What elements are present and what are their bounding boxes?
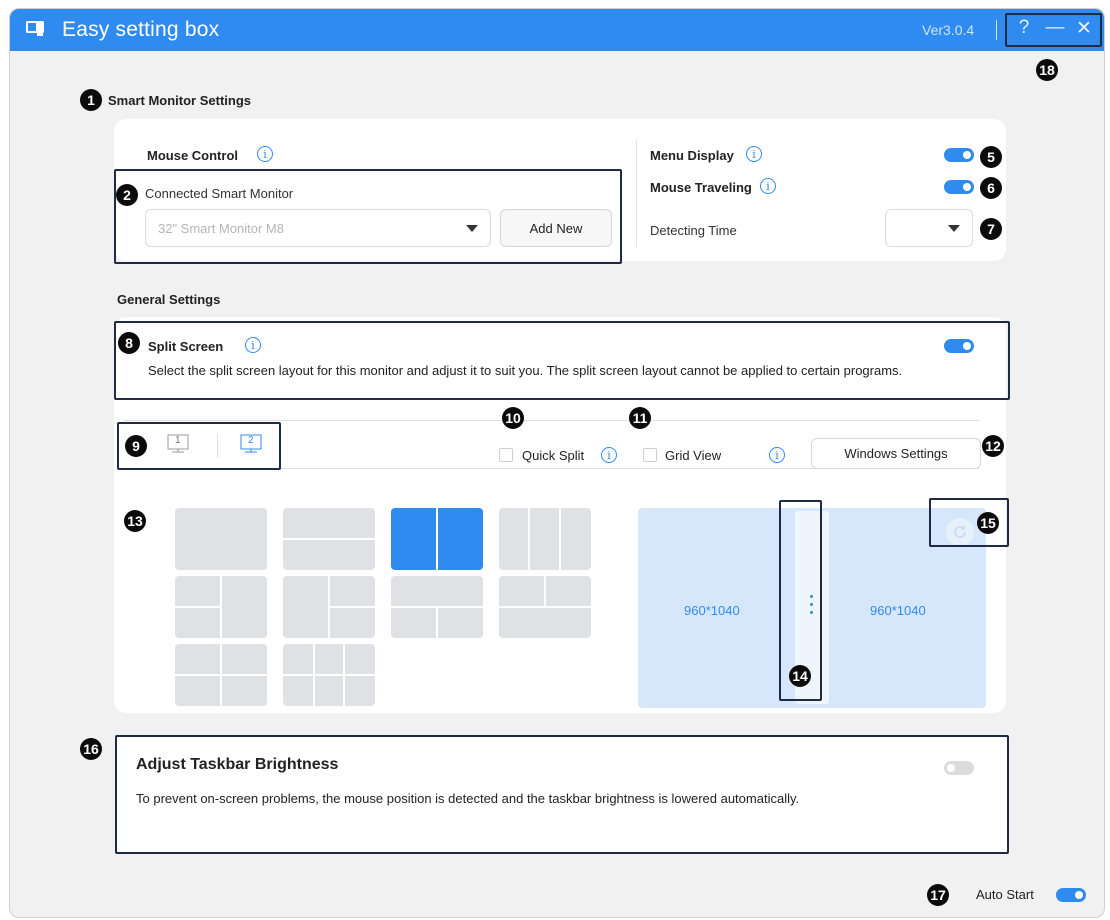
split-screen-label: Split Screen <box>148 339 224 354</box>
marker-16: 16 <box>80 738 102 760</box>
taskbar-brightness-heading: Adjust Taskbar Brightness <box>136 756 339 773</box>
tile-divider <box>559 508 561 570</box>
handle-dot <box>810 603 813 606</box>
handle-dot <box>810 611 813 614</box>
quick-split-checkbox[interactable] <box>499 448 513 462</box>
mouse-traveling-info-icon[interactable]: i <box>760 178 776 194</box>
marker-12: 12 <box>982 435 1004 457</box>
general-settings-card: Split Screen i Select the split screen l… <box>114 317 1006 713</box>
detecting-time-label: Detecting Time <box>650 223 737 238</box>
marker-6: 6 <box>980 177 1002 199</box>
marker-11: 11 <box>629 407 651 429</box>
reset-button[interactable] <box>946 518 974 546</box>
help-button[interactable]: ? <box>1013 17 1035 39</box>
app-logo-icon <box>26 21 44 36</box>
layout-horizontal-2[interactable] <box>283 508 375 570</box>
layout-left-wide-3[interactable] <box>175 644 267 706</box>
layout-vertical-2[interactable] <box>391 508 483 570</box>
marker-14: 14 <box>789 665 811 687</box>
monitor-1-button[interactable]: 1 <box>165 433 193 459</box>
auto-start-label: Auto Start <box>976 887 1034 902</box>
title-divider <box>996 20 997 40</box>
connected-monitor-label: Connected Smart Monitor <box>145 186 294 201</box>
marker-15: 15 <box>977 512 999 534</box>
tile-divider <box>528 508 530 570</box>
app-window: Easy setting box Ver3.0.4 ? — ✕ 18 1 Sma… <box>9 8 1105 918</box>
monitor-2-number: 2 <box>248 435 254 446</box>
layout-left-split-3[interactable] <box>175 576 267 638</box>
split-preview: 960*1040 960*1040 <box>638 508 986 708</box>
tile-divider <box>220 576 222 638</box>
tile-divider <box>283 538 375 540</box>
taskbar-brightness-description: To prevent on-screen problems, the mouse… <box>136 791 800 806</box>
tile-divider <box>330 606 375 608</box>
mouse-traveling-label: Mouse Traveling <box>650 180 752 195</box>
layout-right-split-3[interactable] <box>283 576 375 638</box>
preview-left-resolution: 960*1040 <box>684 603 740 618</box>
layout-full[interactable] <box>175 508 267 570</box>
connected-monitor-dropdown[interactable]: 32" Smart Monitor M8 <box>145 209 491 247</box>
marker-9: 9 <box>125 435 147 457</box>
tile-divider <box>436 608 438 638</box>
quick-split-info-icon[interactable]: i <box>601 447 617 463</box>
chevron-down-icon <box>466 225 478 232</box>
connected-monitor-value: 32" Smart Monitor M8 <box>158 221 284 236</box>
layout-vertical-3[interactable] <box>499 508 591 570</box>
app-title: Easy setting box <box>62 18 220 41</box>
refresh-icon <box>954 525 966 538</box>
grid-view-label: Grid View <box>665 448 722 463</box>
minimize-button[interactable]: — <box>1044 17 1066 39</box>
marker-5: 5 <box>980 146 1002 168</box>
split-screen-description: Select the split screen layout for this … <box>148 363 903 378</box>
title-bar: Easy setting box Ver3.0.4 ? — ✕ <box>10 9 1104 51</box>
windows-settings-button[interactable]: Windows Settings <box>811 438 981 469</box>
marker-17: 17 <box>927 884 949 906</box>
chevron-down-icon <box>948 225 960 232</box>
marker-10: 10 <box>502 407 524 429</box>
layout-bottom-split-3[interactable] <box>391 576 483 638</box>
marker-1: 1 <box>80 89 102 111</box>
tile-divider <box>175 606 220 608</box>
tile-divider <box>175 674 267 676</box>
menu-display-label: Menu Display <box>650 148 734 163</box>
quick-split-label: Quick Split <box>522 448 585 463</box>
tile-divider <box>436 508 438 570</box>
tile-divider <box>544 576 546 606</box>
menu-display-info-icon[interactable]: i <box>746 146 762 162</box>
grid-view-info-icon[interactable]: i <box>769 447 785 463</box>
monitor-divider <box>217 434 218 458</box>
marker-7: 7 <box>980 218 1002 240</box>
taskbar-brightness-toggle[interactable] <box>944 761 974 775</box>
layout-top-split-3[interactable] <box>499 576 591 638</box>
grid-view-checkbox[interactable] <box>643 448 657 462</box>
marker-18: 18 <box>1036 59 1058 81</box>
close-button[interactable]: ✕ <box>1073 17 1095 40</box>
layout-grid-4[interactable] <box>283 644 375 706</box>
toolbar-top-divider <box>124 420 979 421</box>
general-settings-heading: General Settings <box>117 292 221 307</box>
tile-divider <box>283 674 375 676</box>
menu-display-toggle[interactable] <box>944 148 974 162</box>
smart-monitor-heading: Smart Monitor Settings <box>108 93 252 108</box>
marker-8: 8 <box>118 332 140 354</box>
tile-divider <box>499 606 591 608</box>
split-screen-toggle[interactable] <box>944 339 974 353</box>
card-divider <box>636 139 637 247</box>
monitor-2-button[interactable]: 2 <box>238 433 266 459</box>
monitor-1-number: 1 <box>175 435 181 446</box>
smart-monitor-card: Mouse Control i Connected Smart Monitor … <box>114 119 1006 261</box>
add-new-button[interactable]: Add New <box>500 209 612 247</box>
detecting-time-dropdown[interactable] <box>885 209 973 247</box>
marker-2: 2 <box>116 184 138 206</box>
mouse-control-info-icon[interactable]: i <box>257 146 273 162</box>
preview-right-resolution: 960*1040 <box>870 603 926 618</box>
split-screen-info-icon[interactable]: i <box>245 337 261 353</box>
version-label: Ver3.0.4 <box>922 22 975 38</box>
handle-dot <box>810 595 813 598</box>
taskbar-brightness-card: Adjust Taskbar Brightness To prevent on-… <box>117 737 1007 852</box>
auto-start-toggle[interactable] <box>1056 888 1086 902</box>
mouse-control-label: Mouse Control <box>147 148 238 163</box>
marker-13: 13 <box>124 510 146 532</box>
mouse-traveling-toggle[interactable] <box>944 180 974 194</box>
